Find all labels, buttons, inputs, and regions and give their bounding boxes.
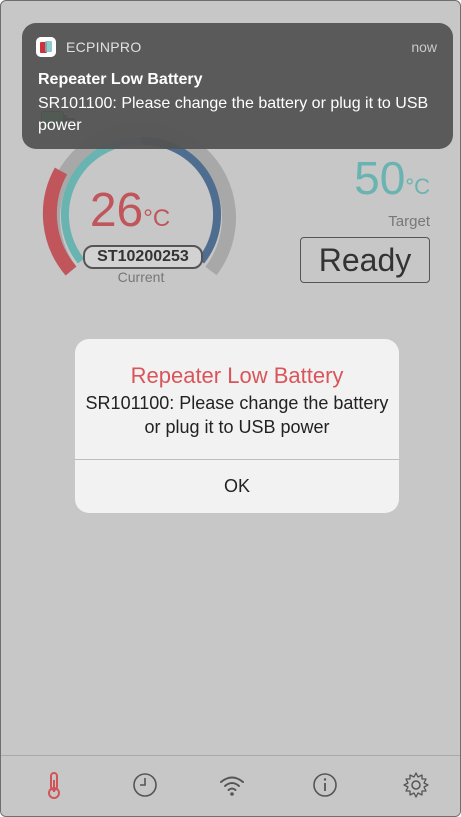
banner-body: SR101100: Please change the battery or p… — [38, 95, 429, 134]
tab-info[interactable] — [310, 770, 340, 800]
notification-banner[interactable]: ECPINPRO now Repeater Low Battery SR1011… — [22, 23, 453, 149]
alert-message: SR101100: Please change the battery or p… — [85, 393, 389, 437]
tab-settings[interactable] — [401, 770, 431, 800]
alert-title: Repeater Low Battery — [130, 363, 344, 388]
target-temperature-value: 50 — [354, 152, 406, 204]
status-box[interactable]: Ready — [300, 237, 430, 283]
info-icon — [313, 773, 337, 797]
tab-history[interactable] — [130, 770, 160, 800]
tab-bar — [1, 755, 460, 816]
current-temperature-unit: °C — [143, 205, 171, 232]
current-label: Current — [117, 269, 165, 285]
sensor-id-badge[interactable]: ST10200253 — [83, 245, 203, 269]
gear-icon — [403, 772, 429, 798]
clock-icon — [133, 773, 157, 797]
current-temperature-value: 26 — [89, 184, 144, 237]
banner-title: Repeater Low Battery — [38, 71, 203, 88]
banner-time: now — [411, 39, 437, 55]
tab-temperature[interactable] — [39, 770, 69, 800]
tab-connection[interactable] — [217, 770, 247, 800]
thermometer-icon — [48, 772, 60, 799]
wifi-icon — [220, 776, 244, 796]
target-label: Target — [388, 213, 430, 230]
app-icon — [36, 37, 56, 57]
target-temperature-unit: °C — [405, 174, 430, 199]
alert-dialog: Repeater Low Battery SR101100: Please ch… — [75, 339, 399, 513]
current-temperature: 26°C — [41, 183, 219, 238]
app-screen: 26°C ST10200253 Current 50°C Target Read… — [0, 0, 461, 817]
target-temperature: 50°C — [354, 151, 430, 205]
banner-app-name: ECPINPRO — [66, 39, 142, 55]
ok-button[interactable]: OK — [75, 460, 399, 513]
